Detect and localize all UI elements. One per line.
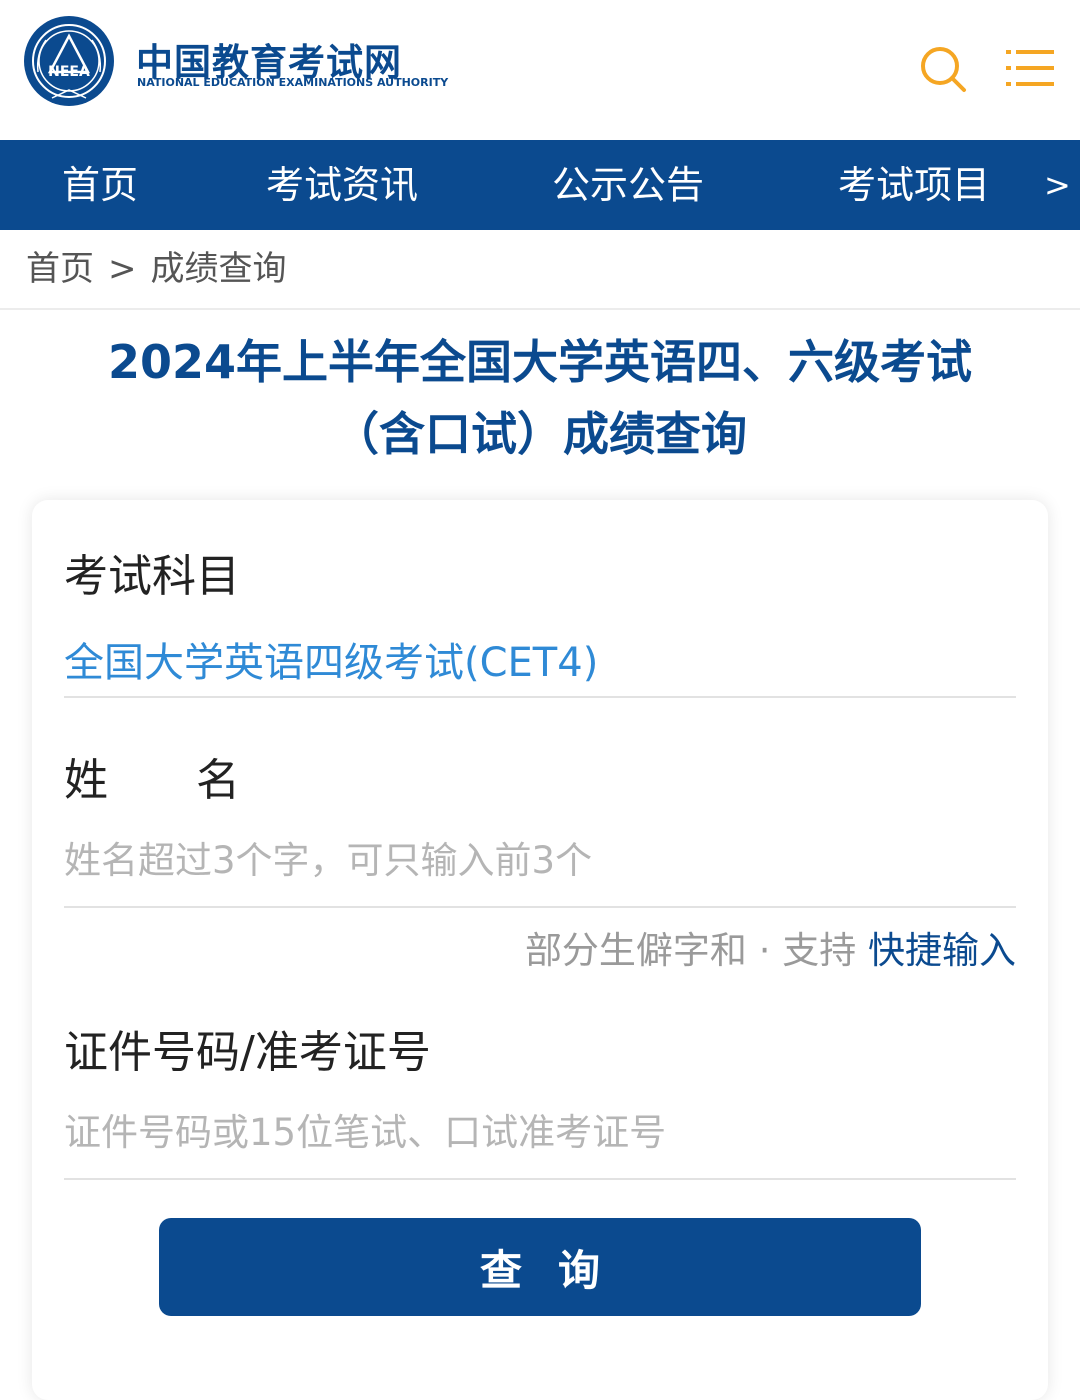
quick-input-link[interactable]: 快捷输入: [868, 929, 1016, 972]
page-title: 2024年上半年全国大学英语四、六级考试 （含口试）成绩查询: [0, 326, 1080, 470]
name-input[interactable]: [64, 830, 1016, 890]
page-title-line1: 2024年上半年全国大学英语四、六级考试: [107, 335, 973, 389]
nav-item-exam-news[interactable]: 考试资讯: [266, 140, 418, 230]
site-logo-subtitle: NATIONAL EDUCATION EXAMINATIONS AUTHORIT…: [137, 76, 449, 89]
id-number-input[interactable]: [64, 1102, 1016, 1162]
breadcrumb-separator: >: [108, 249, 137, 289]
main-nav: 首页 考试资讯 公示公告 考试项目 >: [0, 140, 1080, 230]
site-header: NEEA 中国教育考试网 NATIONAL EDUCATION EXAMINAT…: [0, 0, 1080, 140]
divider: [64, 1178, 1016, 1180]
page-title-line2: （含口试）成绩查询: [333, 407, 747, 461]
subject-label: 考试科目: [64, 551, 240, 602]
neea-emblem-icon[interactable]: NEEA: [22, 14, 116, 108]
menu-icon: [1006, 50, 1054, 86]
id-number-label: 证件号码/准考证号: [64, 1027, 431, 1078]
name-label: 姓 名: [64, 755, 240, 806]
nav-item-announcements[interactable]: 公示公告: [552, 140, 704, 230]
breadcrumb: 首页 > 成绩查询: [0, 230, 1080, 310]
search-button[interactable]: [918, 44, 968, 94]
breadcrumb-home[interactable]: 首页: [26, 249, 94, 289]
nav-more-arrow-icon[interactable]: >: [1044, 140, 1071, 230]
rare-character-hint-text: 部分生僻字和 · 支持: [524, 929, 857, 972]
divider: [64, 906, 1016, 908]
search-icon: [921, 47, 966, 92]
breadcrumb-current: 成绩查询: [150, 249, 287, 289]
divider: [64, 696, 1016, 698]
emblem-text: NEEA: [48, 64, 90, 80]
query-button[interactable]: 查询: [159, 1218, 921, 1316]
menu-button[interactable]: [1006, 46, 1054, 90]
subject-select[interactable]: 全国大学英语四级考试(CET4): [64, 630, 598, 688]
nav-item-exam-programs[interactable]: 考试项目: [838, 140, 990, 230]
score-query-form: 考试科目 全国大学英语四级考试(CET4) 姓 名 部分生僻字和 · 支持 快捷…: [32, 500, 1048, 1400]
nav-item-home[interactable]: 首页: [62, 140, 138, 230]
rare-character-hint: 部分生僻字和 · 支持 快捷输入: [525, 920, 1016, 974]
